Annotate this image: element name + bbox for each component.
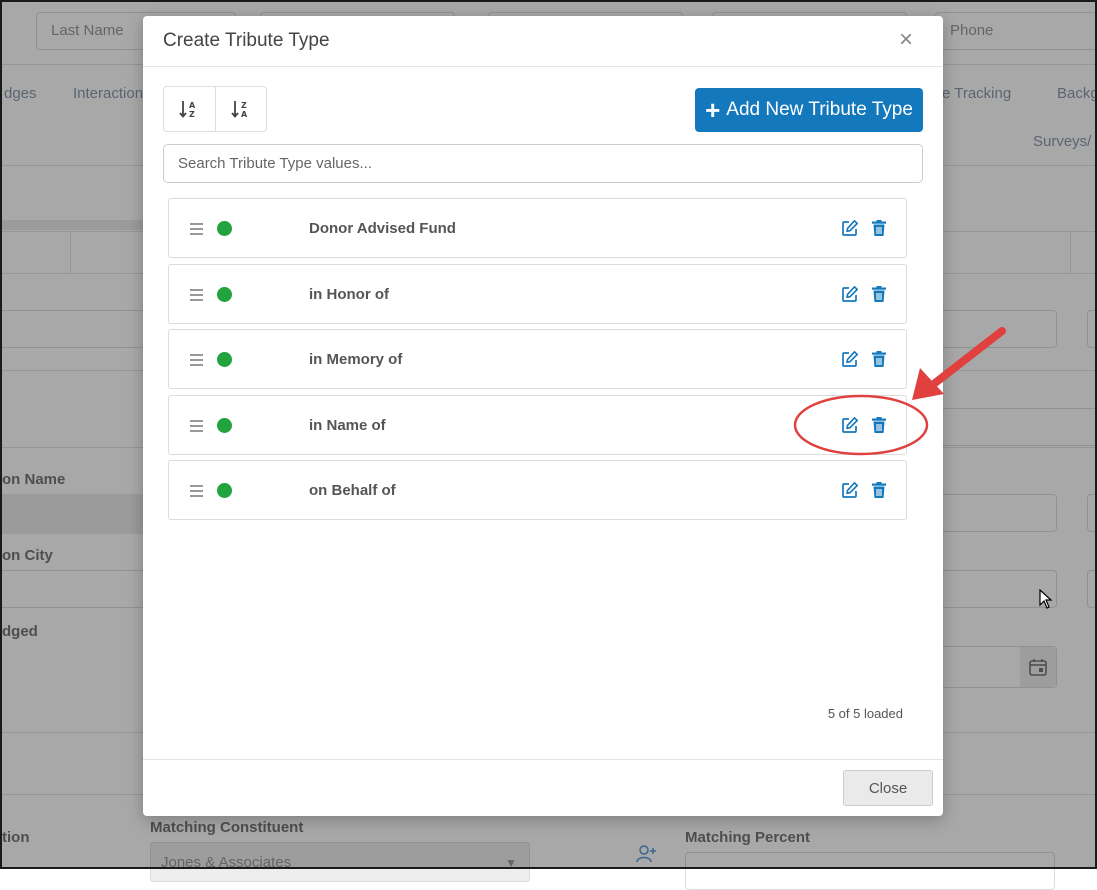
list-item[interactable]: in Name of bbox=[168, 394, 907, 455]
status-dot bbox=[217, 417, 232, 433]
drag-handle-icon[interactable] bbox=[190, 288, 203, 304]
plus-icon: + bbox=[705, 95, 721, 125]
item-label: in Honor of bbox=[309, 285, 389, 303]
loaded-count: 5 of 5 loaded bbox=[827, 706, 903, 721]
list-item[interactable]: in Memory of bbox=[168, 329, 907, 389]
trash-icon[interactable] bbox=[870, 416, 888, 434]
trash-icon[interactable] bbox=[870, 285, 888, 303]
item-label: on Behalf of bbox=[309, 482, 396, 499]
list-item[interactable]: in Honor of bbox=[168, 263, 907, 324]
drag-handle-icon[interactable] bbox=[190, 223, 203, 238]
list-item[interactable]: Donor Advised Fund bbox=[168, 198, 907, 258]
edit-icon[interactable] bbox=[841, 416, 859, 434]
mouse-cursor-icon bbox=[1039, 589, 1053, 609]
drag-handle-icon[interactable] bbox=[190, 354, 203, 369]
sort-alpha-up-icon: Z A bbox=[231, 101, 248, 118]
trash-icon[interactable] bbox=[870, 350, 888, 368]
item-label: in Name of bbox=[309, 416, 386, 434]
search-input[interactable] bbox=[163, 144, 923, 183]
tribute-type-list: Donor Advised Fund in Honor of in Memory o… bbox=[168, 198, 907, 526]
trash-icon[interactable] bbox=[870, 481, 888, 499]
svg-text:A: A bbox=[189, 101, 196, 110]
sort-alpha-down-icon: A Z bbox=[179, 101, 196, 118]
item-label: Donor Advised Fund bbox=[309, 220, 456, 237]
edit-icon[interactable] bbox=[841, 481, 859, 499]
drag-handle-icon[interactable] bbox=[190, 419, 203, 435]
drag-handle-icon[interactable] bbox=[190, 485, 203, 500]
modal-title: Create Tribute Type bbox=[163, 30, 330, 51]
close-icon[interactable]: × bbox=[899, 26, 913, 54]
sort-button-group: A Z Z A bbox=[163, 86, 267, 132]
status-dot bbox=[217, 483, 232, 498]
modal-footer: Close bbox=[143, 759, 943, 816]
close-button[interactable]: Close bbox=[843, 770, 933, 806]
edit-icon[interactable] bbox=[841, 350, 859, 368]
sort-ascending-button[interactable]: A Z bbox=[164, 87, 215, 131]
create-tribute-type-modal: Create Tribute Type × A Z Z A + Add New … bbox=[143, 16, 943, 816]
svg-text:A: A bbox=[241, 110, 248, 118]
svg-text:Z: Z bbox=[189, 110, 195, 118]
sort-descending-button[interactable]: Z A bbox=[214, 87, 267, 131]
status-dot bbox=[217, 352, 232, 367]
status-dot bbox=[217, 286, 232, 302]
add-button-label: Add New Tribute Type bbox=[726, 99, 913, 120]
add-new-tribute-type-button[interactable]: + Add New Tribute Type bbox=[695, 88, 923, 132]
item-label: in Memory of bbox=[309, 351, 403, 368]
edit-icon[interactable] bbox=[841, 219, 859, 237]
list-item[interactable]: on Behalf of bbox=[168, 460, 907, 520]
status-dot bbox=[217, 221, 232, 236]
modal-header: Create Tribute Type × bbox=[143, 16, 943, 67]
trash-icon[interactable] bbox=[870, 219, 888, 237]
svg-text:Z: Z bbox=[241, 101, 247, 110]
edit-icon[interactable] bbox=[841, 285, 859, 303]
